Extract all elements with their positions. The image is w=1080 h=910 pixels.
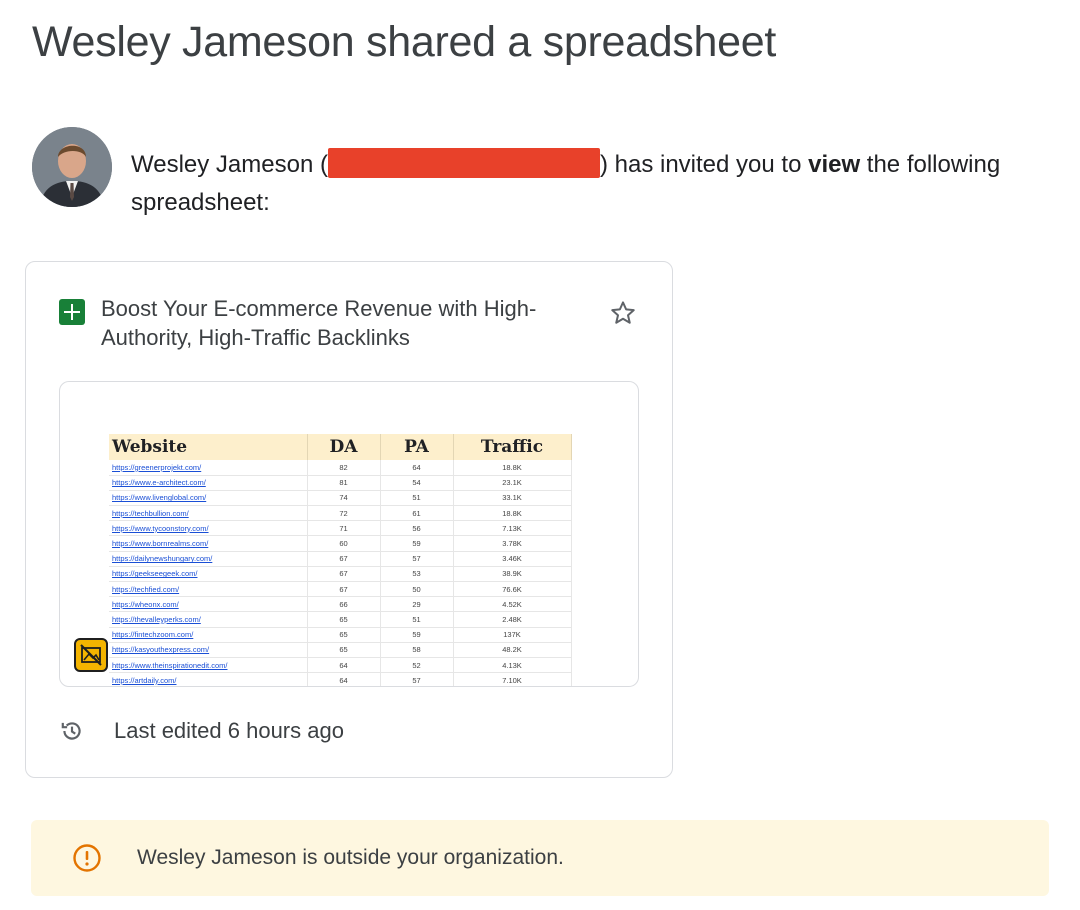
value-cell: 67 xyxy=(307,566,381,583)
value-cell: 82 xyxy=(307,460,381,476)
website-cell[interactable]: https://artdaily.com/ xyxy=(109,672,308,686)
value-cell: 29 xyxy=(380,596,454,613)
preview-table-row: https://artdaily.com/64 57 7.10K xyxy=(109,672,572,686)
value-cell: 53 xyxy=(380,566,454,583)
sender-avatar xyxy=(32,127,112,207)
website-cell[interactable]: https://www.e-architect.com/ xyxy=(109,475,308,491)
preview-table: Website DA PA Traffic https://greenerpro… xyxy=(109,434,572,686)
history-icon xyxy=(59,718,85,744)
value-cell: 7.13K xyxy=(453,520,572,537)
invite-middle-text: ) has invited you to xyxy=(599,151,809,178)
column-header: PA xyxy=(380,434,454,460)
website-cell[interactable]: https://www.bornrealms.com/ xyxy=(109,535,308,552)
website-cell[interactable]: https://www.livenglobal.com/ xyxy=(109,490,308,507)
invite-permission: view xyxy=(808,151,861,178)
value-cell: 7.10K xyxy=(453,672,572,686)
preview-table-row: https://thevalleyperks.com/65 51 2.48K xyxy=(109,611,572,628)
value-cell: 65 xyxy=(307,642,381,658)
preview-table-row: https://kasyouthexpress.com/65 58 48.2K xyxy=(109,642,572,658)
value-cell: 64 xyxy=(380,460,454,476)
preview-table-row: https://wheonx.com/66 29 4.52K xyxy=(109,596,572,613)
website-cell[interactable]: https://kasyouthexpress.com/ xyxy=(109,642,308,658)
preview-table-row: https://www.livenglobal.com/74 51 33.1K xyxy=(109,490,572,507)
preview-table-row: https://techfied.com/67 50 76.6K xyxy=(109,581,572,598)
last-edited-text: Last edited 6 hours ago xyxy=(114,718,344,743)
value-cell: 51 xyxy=(380,490,454,507)
website-cell[interactable]: https://thevalleyperks.com/ xyxy=(109,611,308,628)
value-cell: 67 xyxy=(307,581,381,598)
value-cell: 50 xyxy=(380,581,454,598)
website-cell[interactable]: https://techbullion.com/ xyxy=(109,505,308,522)
value-cell: 4.52K xyxy=(453,596,572,613)
preview-table-row: https://www.theinspirationedit.com/64 52 4… xyxy=(109,657,572,674)
warning-text: Wesley Jameson is outside your organizat… xyxy=(137,846,564,869)
value-cell: 66 xyxy=(307,596,381,613)
star-icon[interactable] xyxy=(608,298,638,328)
value-cell: 23.1K xyxy=(453,475,572,491)
value-cell: 56 xyxy=(380,520,454,537)
value-cell: 3.78K xyxy=(453,535,572,552)
value-cell: 4.13K xyxy=(453,657,572,674)
value-cell: 60 xyxy=(307,535,381,552)
preview-table-row: https://techbullion.com/72 61 18.8K xyxy=(109,505,572,522)
image-placeholder-icon xyxy=(74,638,108,672)
invite-sender-text: Wesley Jameson ( xyxy=(131,151,328,178)
value-cell: 48.2K xyxy=(453,642,572,658)
preview-table-row: https://greenerprojekt.com/82 64 18.8K xyxy=(109,460,572,476)
website-cell[interactable]: https://www.theinspirationedit.com/ xyxy=(109,657,308,674)
value-cell: 81 xyxy=(307,475,381,491)
preview-header-row: Website DA PA Traffic xyxy=(109,434,572,460)
value-cell: 59 xyxy=(380,627,454,643)
value-cell: 33.1K xyxy=(453,490,572,507)
value-cell: 72 xyxy=(307,505,381,522)
value-cell: 58 xyxy=(380,642,454,658)
value-cell: 38.9K xyxy=(453,566,572,583)
website-cell[interactable]: https://techfied.com/ xyxy=(109,581,308,598)
website-cell[interactable]: https://fintechzoom.com/ xyxy=(109,627,308,643)
spreadsheet-title[interactable]: Boost Your E-commerce Revenue with High-… xyxy=(101,294,581,352)
value-cell: 51 xyxy=(380,611,454,628)
preview-table-row: https://www.tycoonstory.com/71 56 7.13K xyxy=(109,520,572,537)
value-cell: 71 xyxy=(307,520,381,537)
value-cell: 64 xyxy=(307,657,381,674)
website-cell[interactable]: https://wheonx.com/ xyxy=(109,596,308,613)
redacted-email xyxy=(327,148,600,178)
value-cell: 3.46K xyxy=(453,551,572,567)
preview-table-row: https://www.bornrealms.com/60 59 3.78K xyxy=(109,535,572,552)
column-header: Traffic xyxy=(453,434,572,460)
column-header: Website xyxy=(109,434,308,460)
value-cell: 137K xyxy=(453,627,572,643)
external-sender-warning: Wesley Jameson is outside your organizat… xyxy=(31,820,1049,896)
website-cell[interactable]: https://geekseegeek.com/ xyxy=(109,566,308,583)
value-cell: 52 xyxy=(380,657,454,674)
website-cell[interactable]: https://www.tycoonstory.com/ xyxy=(109,520,308,537)
value-cell: 65 xyxy=(307,627,381,643)
value-cell: 57 xyxy=(380,672,454,686)
value-cell: 57 xyxy=(380,551,454,567)
preview-table-row: https://www.e-architect.com/81 54 23.1K xyxy=(109,475,572,491)
value-cell: 54 xyxy=(380,475,454,491)
value-cell: 64 xyxy=(307,672,381,686)
spreadsheet-card[interactable]: Boost Your E-commerce Revenue with High-… xyxy=(25,261,673,778)
preview-table-row: https://fintechzoom.com/65 59 137K xyxy=(109,627,572,643)
spreadsheet-preview[interactable]: Website DA PA Traffic https://greenerpro… xyxy=(59,381,639,687)
website-cell[interactable]: https://dailynewshungary.com/ xyxy=(109,551,308,567)
value-cell: 74 xyxy=(307,490,381,507)
value-cell: 59 xyxy=(380,535,454,552)
email-title: Wesley Jameson shared a spreadsheet xyxy=(32,18,777,66)
preview-table-row: https://geekseegeek.com/67 53 38.9K xyxy=(109,566,572,583)
value-cell: 2.48K xyxy=(453,611,572,628)
value-cell: 76.6K xyxy=(453,581,572,598)
column-header: DA xyxy=(307,434,381,460)
preview-table-row: https://dailynewshungary.com/67 57 3.46K xyxy=(109,551,572,567)
warning-icon xyxy=(71,842,103,874)
value-cell: 61 xyxy=(380,505,454,522)
value-cell: 18.8K xyxy=(453,505,572,522)
value-cell: 65 xyxy=(307,611,381,628)
value-cell: 18.8K xyxy=(453,460,572,476)
invitation-message: Wesley Jameson ( ) has invited you to vie… xyxy=(131,146,1011,222)
value-cell: 67 xyxy=(307,551,381,567)
website-cell[interactable]: https://greenerprojekt.com/ xyxy=(109,460,308,476)
google-sheets-icon xyxy=(59,299,85,325)
